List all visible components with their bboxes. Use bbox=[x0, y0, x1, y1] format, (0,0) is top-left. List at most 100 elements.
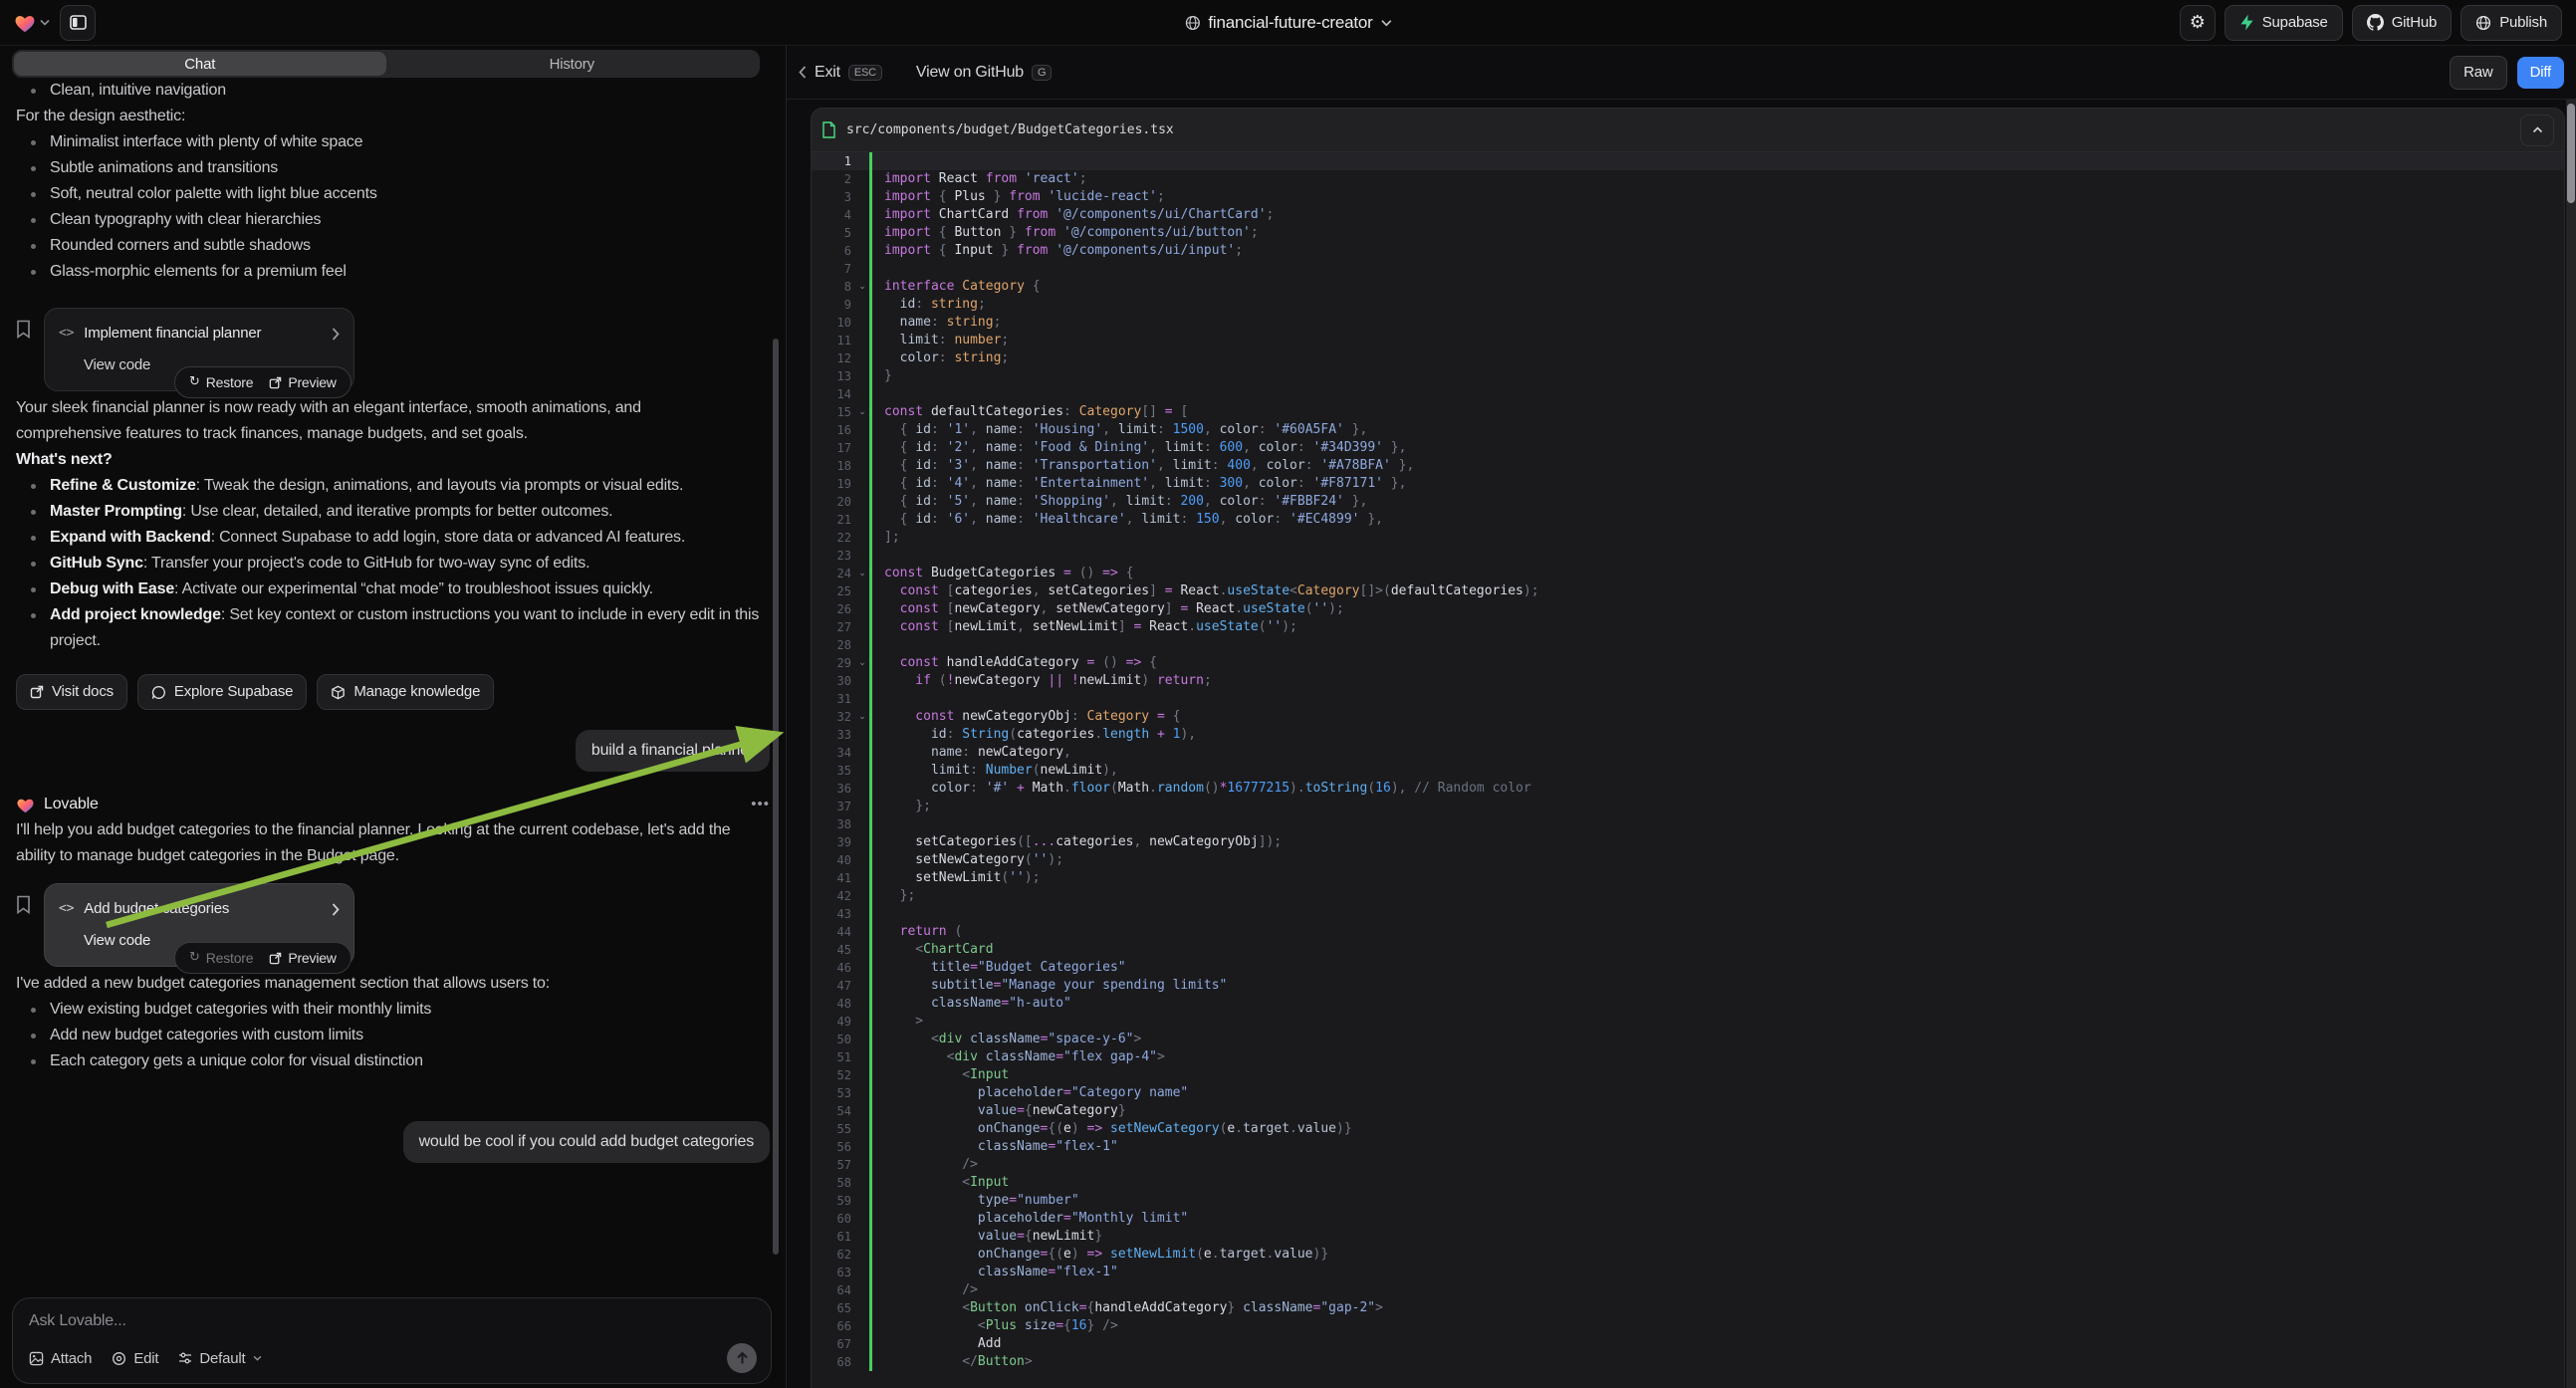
code-text: <Input bbox=[869, 1066, 2564, 1084]
code-text: className="flex-1" bbox=[869, 1138, 2564, 1156]
code-text: }; bbox=[869, 887, 2564, 905]
code-text: const [newLimit, setNewLimit] = React.us… bbox=[869, 618, 2564, 636]
code-text: color: '#' + Math.floor(Math.random()*16… bbox=[869, 780, 2564, 798]
code-line: 23 bbox=[812, 547, 2564, 565]
fold-chevron-icon bbox=[855, 152, 869, 170]
sidebar-toggle-button[interactable] bbox=[60, 5, 96, 41]
code-line: 56 className="flex-1" bbox=[812, 1138, 2564, 1156]
raw-toggle-button[interactable]: Raw bbox=[2450, 56, 2506, 90]
publish-button[interactable]: Publish bbox=[2460, 5, 2562, 41]
visit-docs-button[interactable]: Visit docs bbox=[16, 674, 127, 710]
lovable-heart-icon bbox=[16, 797, 35, 813]
code-line: 32⌄ const newCategoryObj: Category = { bbox=[812, 708, 2564, 726]
code-line: 20 { id: '5', name: 'Shopping', limit: 2… bbox=[812, 493, 2564, 511]
manage-knowledge-button[interactable]: Manage knowledge bbox=[317, 674, 494, 710]
line-number: 68 bbox=[812, 1353, 855, 1371]
model-selector[interactable]: Default bbox=[178, 1350, 261, 1367]
code-text: <div className="space-y-6"> bbox=[869, 1031, 2564, 1048]
user-message-bubble: would be cool if you could add budget ca… bbox=[403, 1121, 770, 1163]
fold-chevron-icon bbox=[855, 582, 869, 600]
code-line: 35 limit: Number(newLimit), bbox=[812, 762, 2564, 780]
attach-button[interactable]: Attach bbox=[29, 1350, 92, 1367]
line-number: 41 bbox=[812, 869, 855, 887]
code-text bbox=[869, 815, 2564, 833]
code-line: 11 limit: number; bbox=[812, 332, 2564, 349]
line-number: 63 bbox=[812, 1264, 855, 1281]
fold-chevron-icon bbox=[855, 1120, 869, 1138]
fold-chevron-icon[interactable]: ⌄ bbox=[855, 403, 869, 421]
composer-input[interactable]: Ask Lovable... bbox=[29, 1312, 755, 1330]
fold-chevron-icon[interactable]: ⌄ bbox=[855, 278, 869, 296]
fold-chevron-icon bbox=[855, 1281, 869, 1299]
editor-scrollbar-thumb[interactable] bbox=[2567, 104, 2575, 203]
bullet-item: Clean, intuitive navigation bbox=[50, 78, 770, 104]
chat-scrollbar[interactable] bbox=[773, 339, 779, 1255]
code-text bbox=[869, 152, 2564, 170]
code-line: 18 { id: '3', name: 'Transportation', li… bbox=[812, 457, 2564, 475]
message-options-button[interactable]: ••• bbox=[751, 792, 770, 817]
bookmark-icon[interactable] bbox=[16, 895, 31, 914]
fold-chevron-icon[interactable]: ⌄ bbox=[855, 708, 869, 726]
supabase-button[interactable]: Supabase bbox=[2225, 5, 2343, 41]
code-line: 67 Add bbox=[812, 1335, 2564, 1353]
view-on-github-button[interactable]: View on GitHub G bbox=[916, 64, 1052, 82]
restore-button[interactable]: ↻ Restore bbox=[189, 945, 253, 971]
bookmark-icon[interactable] bbox=[16, 320, 31, 339]
fold-chevron-icon bbox=[855, 493, 869, 511]
fold-chevron-icon bbox=[855, 385, 869, 403]
code-text: const handleAddCategory = () => { bbox=[869, 654, 2564, 672]
line-number: 20 bbox=[812, 493, 855, 511]
tab-history[interactable]: History bbox=[386, 52, 759, 76]
fold-chevron-icon bbox=[855, 1013, 869, 1031]
ready-text: Your sleek financial planner is now read… bbox=[16, 395, 743, 447]
tab-chat[interactable]: Chat bbox=[14, 52, 386, 76]
code-line: 3import { Plus } from 'lucide-react'; bbox=[812, 188, 2564, 206]
chevron-up-icon bbox=[2532, 126, 2543, 133]
line-number: 39 bbox=[812, 833, 855, 851]
line-number: 42 bbox=[812, 887, 855, 905]
restore-button[interactable]: ↻ Restore bbox=[189, 369, 253, 395]
supabase-bolt-icon bbox=[2239, 14, 2254, 31]
code-line: 39 setCategories([...categories, newCate… bbox=[812, 833, 2564, 851]
fold-chevron-icon[interactable]: ⌄ bbox=[855, 565, 869, 582]
line-number: 67 bbox=[812, 1335, 855, 1353]
preview-button[interactable]: Preview bbox=[269, 369, 336, 395]
next-step-item: Expand with Backend: Connect Supabase to… bbox=[50, 525, 770, 551]
github-button[interactable]: GitHub bbox=[2352, 5, 2453, 41]
fold-chevron-icon bbox=[855, 726, 869, 744]
whats-next-heading: What's next? bbox=[16, 447, 770, 473]
code-line: 33 id: String(categories.length + 1), bbox=[812, 726, 2564, 744]
diff-toggle-button[interactable]: Diff bbox=[2517, 57, 2564, 89]
line-number: 36 bbox=[812, 780, 855, 798]
edit-button[interactable]: Edit bbox=[112, 1350, 158, 1367]
code-text: const defaultCategories: Category[] = [ bbox=[869, 403, 2564, 421]
fold-chevron-icon bbox=[855, 905, 869, 923]
line-number: 48 bbox=[812, 995, 855, 1013]
code-text: setNewCategory(''); bbox=[869, 851, 2564, 869]
code-text bbox=[869, 260, 2564, 278]
version-card-implement-planner[interactable]: <> Implement financial planner View code… bbox=[44, 308, 354, 391]
collapse-file-button[interactable] bbox=[2520, 115, 2554, 146]
settings-button[interactable]: ⚙ bbox=[2180, 5, 2216, 41]
preview-button[interactable]: Preview bbox=[269, 945, 336, 971]
g-kbd-badge: G bbox=[1032, 65, 1052, 81]
lovable-logo-icon[interactable] bbox=[14, 13, 50, 33]
code-line: 47 subtitle="Manage your spending limits… bbox=[812, 977, 2564, 995]
fold-chevron-icon bbox=[855, 1174, 869, 1192]
fold-chevron-icon[interactable]: ⌄ bbox=[855, 654, 869, 672]
code-line: 28 bbox=[812, 636, 2564, 654]
exit-button[interactable]: Exit ESC bbox=[799, 64, 882, 82]
editor-scrollbar-track[interactable] bbox=[2566, 100, 2576, 1388]
file-header[interactable]: src/components/budget/BudgetCategories.t… bbox=[812, 109, 2564, 152]
line-number: 16 bbox=[812, 421, 855, 439]
bullet-item: Minimalist interface with plenty of whit… bbox=[50, 129, 770, 155]
code-editor[interactable]: 12import React from 'react';3import { Pl… bbox=[812, 152, 2564, 1388]
line-number: 17 bbox=[812, 439, 855, 457]
version-card-add-budget-categories[interactable]: <> Add budget categories View code ↻ Res… bbox=[44, 883, 354, 967]
project-switcher[interactable]: financial-future-creator bbox=[1184, 0, 1391, 46]
fold-chevron-icon bbox=[855, 421, 869, 439]
send-button[interactable] bbox=[727, 1343, 757, 1373]
explore-supabase-button[interactable]: Explore Supabase bbox=[137, 674, 307, 710]
line-number: 47 bbox=[812, 977, 855, 995]
code-line: 40 setNewCategory(''); bbox=[812, 851, 2564, 869]
